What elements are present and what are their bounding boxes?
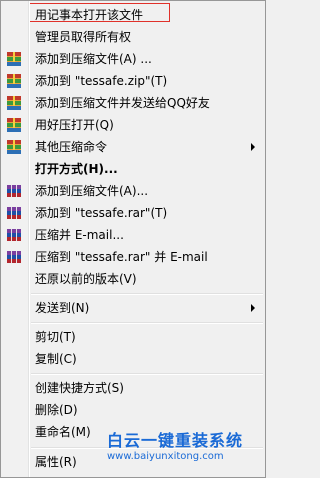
menu-item-add-to-archive-zip[interactable]: 添加到压缩文件(A) ... (3, 48, 263, 70)
menu-item-add-and-send-qq[interactable]: 添加到压缩文件并发送给QQ好友 (3, 92, 263, 114)
zip-archive-icon (6, 73, 22, 89)
menu-separator (31, 373, 263, 374)
menu-item-take-ownership[interactable]: 管理员取得所有权 (3, 26, 263, 48)
menu-item-label: 重命名(M) (35, 425, 91, 439)
menu-item-label: 添加到压缩文件(A)... (35, 184, 149, 198)
menu-item-delete[interactable]: 删除(D) (3, 399, 263, 421)
watermark-title: 白云一键重装系统 (107, 431, 244, 450)
menu-item-label: 用记事本打开该文件 (35, 8, 144, 22)
menu-item-other-compress-commands[interactable]: 其他压缩命令 (3, 136, 263, 158)
menu-item-label: 还原以前的版本(V) (35, 272, 137, 286)
winrar-books-icon (6, 227, 22, 243)
menu-item-label: 其他压缩命令 (35, 140, 108, 154)
menu-item-send-to[interactable]: 发送到(N) (3, 297, 263, 319)
menu-item-label: 添加到 "tessafe.rar"(T) (35, 206, 168, 220)
zip-archive-icon (6, 95, 22, 111)
winrar-books-icon (6, 183, 22, 199)
winrar-books-icon (6, 249, 22, 265)
menu-item-label: 压缩到 "tessafe.rar" 并 E-mail (35, 250, 208, 264)
menu-item-label: 管理员取得所有权 (35, 30, 132, 44)
menu-item-add-to-archive-rar[interactable]: 添加到压缩文件(A)... (3, 180, 263, 202)
watermark-url: www.baiyunxitong.com (107, 451, 224, 462)
menu-item-cut[interactable]: 剪切(T) (3, 326, 263, 348)
menu-item-add-to-tessafe-rar[interactable]: 添加到 "tessafe.rar"(T) (3, 202, 263, 224)
menu-item-label: 属性(R) (35, 455, 77, 469)
submenu-arrow-icon (251, 143, 255, 151)
menu-item-copy[interactable]: 复制(C) (3, 348, 263, 370)
menu-item-label: 添加到压缩文件(A) ... (35, 52, 152, 66)
menu-item-label: 添加到 "tessafe.zip"(T) (35, 74, 168, 88)
menu-item-open-with-haozip[interactable]: 用好压打开(Q) (3, 114, 263, 136)
menu-item-compress-and-email[interactable]: 压缩并 E-mail... (3, 224, 263, 246)
menu-item-label: 剪切(T) (35, 330, 76, 344)
menu-item-restore-previous-versions[interactable]: 还原以前的版本(V) (3, 268, 263, 290)
menu-item-label: 删除(D) (35, 403, 78, 417)
menu-separator (31, 293, 263, 294)
winrar-books-icon (6, 205, 22, 221)
menu-item-label: 用好压打开(Q) (35, 118, 114, 132)
menu-item-open-with-notepad[interactable]: 用记事本打开该文件 (3, 4, 263, 26)
menu-item-add-to-tessafe-zip[interactable]: 添加到 "tessafe.zip"(T) (3, 70, 263, 92)
menu-item-label: 复制(C) (35, 352, 77, 366)
submenu-arrow-icon (251, 304, 255, 312)
zip-archive-icon (6, 117, 22, 133)
menu-item-label: 打开方式(H)... (35, 162, 118, 176)
menu-separator (31, 322, 263, 323)
zip-archive-icon (6, 51, 22, 67)
menu-item-label: 创建快捷方式(S) (35, 381, 124, 395)
menu-item-create-shortcut[interactable]: 创建快捷方式(S) (3, 377, 263, 399)
menu-item-label: 压缩并 E-mail... (35, 228, 124, 242)
menu-item-open-with[interactable]: 打开方式(H)... (3, 158, 263, 180)
watermark-logo: 白云一键重装系统 www.baiyunxitong.com (105, 425, 265, 473)
menu-item-label: 发送到(N) (35, 301, 90, 315)
menu-item-label: 添加到压缩文件并发送给QQ好友 (35, 96, 210, 110)
zip-archive-icon (6, 139, 22, 155)
menu-item-compress-to-rar-and-email[interactable]: 压缩到 "tessafe.rar" 并 E-mail (3, 246, 263, 268)
context-menu: 用记事本打开该文件 管理员取得所有权 添加到压缩文件(A) ... 添加到 "t… (0, 0, 266, 478)
